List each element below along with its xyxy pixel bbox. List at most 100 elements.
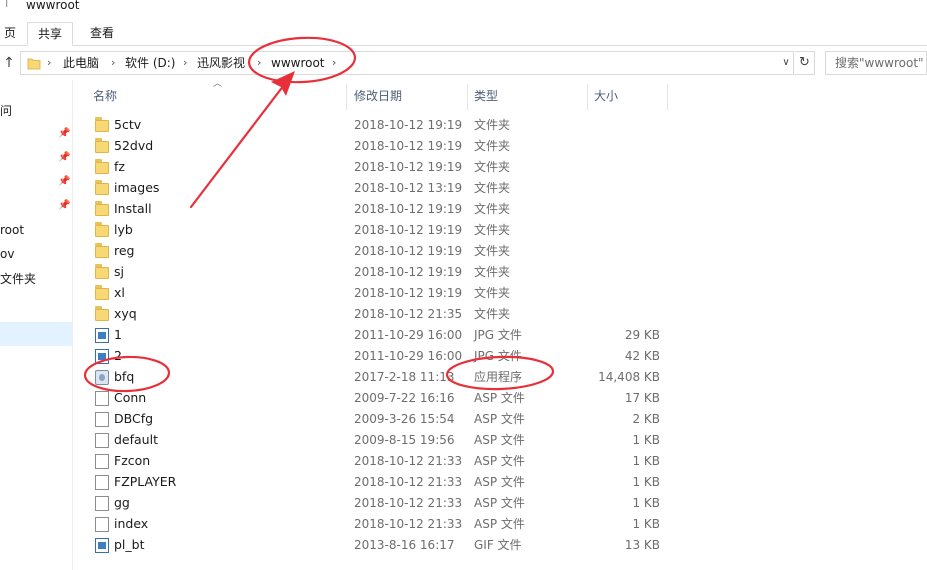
file-name: FZPLAYER — [114, 474, 177, 489]
file-row[interactable]: images 2018-10-12 13:19 文件夹 — [84, 178, 674, 199]
file-row[interactable]: Fzcon 2018-10-12 21:33 ASP 文件 1 KB — [84, 451, 674, 472]
file-name: Conn — [114, 390, 147, 405]
document-icon — [95, 433, 109, 448]
address-dropdown-icon[interactable]: ∨ — [778, 51, 794, 75]
column-divider[interactable] — [346, 84, 347, 110]
file-size: 1 KB — [632, 475, 660, 489]
file-type: JPG 文件 — [474, 349, 522, 363]
image-file-icon — [95, 349, 109, 364]
file-size: 13 KB — [624, 538, 660, 552]
up-arrow-icon[interactable]: ↑ — [0, 53, 18, 73]
file-row[interactable]: FZPLAYER 2018-10-12 21:33 ASP 文件 1 KB — [84, 472, 674, 493]
folder-icon — [95, 180, 109, 195]
search-input[interactable]: 搜索"wwwroot" — [825, 51, 927, 75]
file-row[interactable]: lyb 2018-10-12 19:19 文件夹 — [84, 220, 674, 241]
file-name: default — [114, 432, 158, 447]
breadcrumb-this-pc[interactable]: 此电脑 — [63, 55, 99, 71]
file-row[interactable]: 1 2011-10-29 16:00 JPG 文件 29 KB — [84, 325, 674, 346]
file-type: ASP 文件 — [474, 412, 525, 426]
file-row[interactable]: index 2018-10-12 21:33 ASP 文件 1 KB — [84, 514, 674, 535]
file-row[interactable]: default 2009-8-15 19:56 ASP 文件 1 KB — [84, 430, 674, 451]
image-file-icon — [95, 538, 109, 553]
breadcrumb-xunfeng[interactable]: 迅风影视 — [197, 55, 245, 71]
file-row[interactable]: 2 2011-10-29 16:00 JPG 文件 42 KB — [84, 346, 674, 367]
folder-icon — [95, 222, 109, 237]
file-row[interactable]: pl_bt 2013-8-16 16:17 GIF 文件 13 KB — [84, 535, 674, 556]
breadcrumb-separator[interactable]: › — [183, 55, 187, 71]
file-type: 文件夹 — [474, 202, 511, 216]
folder-icon — [95, 159, 109, 174]
breadcrumb-drive-d[interactable]: 软件 (D:) — [125, 55, 175, 71]
file-name: Install — [114, 201, 152, 216]
column-divider[interactable] — [667, 84, 668, 110]
nav-item-wwwroot[interactable]: root — [0, 223, 24, 237]
address-bar[interactable]: › 此电脑 › 软件 (D:) › 迅风影视 › wwwroot › — [20, 51, 794, 75]
file-type: 文件夹 — [474, 160, 511, 174]
address-row: ↑ › 此电脑 › 软件 (D:) › 迅风影视 › wwwroot › ∨ ↻… — [0, 49, 927, 77]
column-header-size[interactable]: 大小 — [594, 84, 618, 110]
breadcrumb-separator[interactable]: › — [111, 55, 115, 71]
pin-icon: 📌 — [58, 152, 71, 163]
file-name: gg — [114, 495, 130, 510]
file-row[interactable]: 52dvd 2018-10-12 19:19 文件夹 — [84, 136, 674, 157]
breadcrumb-separator[interactable]: › — [332, 55, 336, 71]
file-date-modified: 2018-10-12 13:19 — [354, 181, 463, 195]
pin-icon: 📌 — [58, 128, 71, 139]
file-type: 文件夹 — [474, 265, 511, 279]
file-name: index — [114, 516, 149, 531]
file-name: 1 — [114, 327, 122, 342]
file-size: 17 KB — [624, 391, 660, 405]
column-header-date[interactable]: 修改日期 — [354, 84, 402, 110]
file-type: 文件夹 — [474, 307, 511, 321]
file-date-modified: 2018-10-12 19:19 — [354, 118, 463, 132]
refresh-icon[interactable]: ↻ — [795, 51, 815, 75]
file-date-modified: 2018-10-12 19:19 — [354, 202, 463, 216]
file-row[interactable]: xl 2018-10-12 19:19 文件夹 — [84, 283, 674, 304]
file-size: 29 KB — [624, 328, 660, 342]
breadcrumb-separator[interactable]: › — [257, 55, 261, 71]
file-date-modified: 2018-10-12 21:33 — [354, 475, 463, 489]
file-type: 文件夹 — [474, 286, 511, 300]
file-type: ASP 文件 — [474, 517, 525, 531]
file-row[interactable]: gg 2018-10-12 21:33 ASP 文件 1 KB — [84, 493, 674, 514]
file-row[interactable]: bfq 2017-2-18 11:13 应用程序 14,408 KB — [84, 367, 674, 388]
file-type: JPG 文件 — [474, 328, 522, 342]
file-date-modified: 2009-3-26 15:54 — [354, 412, 455, 426]
file-row[interactable]: xyq 2018-10-12 21:35 文件夹 — [84, 304, 674, 325]
column-divider[interactable] — [587, 84, 588, 110]
file-row[interactable]: Conn 2009-7-22 16:16 ASP 文件 17 KB — [84, 388, 674, 409]
file-date-modified: 2018-10-12 21:33 — [354, 454, 463, 468]
column-header-type[interactable]: 类型 — [474, 84, 498, 110]
file-row[interactable]: Install 2018-10-12 19:19 文件夹 — [84, 199, 674, 220]
file-row[interactable]: reg 2018-10-12 19:19 文件夹 — [84, 241, 674, 262]
file-name: fz — [114, 159, 125, 174]
file-row[interactable]: DBCfg 2009-3-26 15:54 ASP 文件 2 KB — [84, 409, 674, 430]
file-name: reg — [114, 243, 135, 258]
quick-access-icon[interactable]: ⊤ — [2, 0, 12, 10]
file-size: 1 KB — [632, 496, 660, 510]
file-type: ASP 文件 — [474, 454, 525, 468]
file-name: pl_bt — [114, 537, 145, 552]
column-divider[interactable] — [467, 84, 468, 110]
breadcrumb-wwwroot[interactable]: wwwroot — [271, 55, 325, 71]
tab-view[interactable]: 查看 — [80, 22, 124, 46]
breadcrumb-separator[interactable]: › — [47, 55, 51, 71]
file-row[interactable]: fz 2018-10-12 19:19 文件夹 — [84, 157, 674, 178]
nav-item-quick-access[interactable]: 问 — [0, 102, 12, 119]
folder-icon — [95, 243, 109, 258]
file-date-modified: 2018-10-12 21:33 — [354, 517, 463, 531]
file-type: GIF 文件 — [474, 538, 522, 552]
column-header-name[interactable]: 名称 — [93, 84, 117, 110]
nav-item-ov[interactable]: ov — [0, 247, 14, 261]
tab-home[interactable]: 页 — [0, 22, 26, 46]
file-date-modified: 2011-10-29 16:00 — [354, 328, 463, 342]
file-row[interactable]: sj 2018-10-12 19:19 文件夹 — [84, 262, 674, 283]
file-date-modified: 2009-7-22 16:16 — [354, 391, 455, 405]
tab-share[interactable]: 共享 — [27, 22, 74, 46]
document-icon — [95, 454, 109, 469]
nav-item-folder[interactable]: 文件夹 — [0, 270, 36, 287]
file-row[interactable]: 5ctv 2018-10-12 19:19 文件夹 — [84, 115, 674, 136]
nav-selection-highlight[interactable] — [0, 322, 72, 346]
file-size: 42 KB — [624, 349, 660, 363]
file-size: 2 KB — [632, 412, 660, 426]
